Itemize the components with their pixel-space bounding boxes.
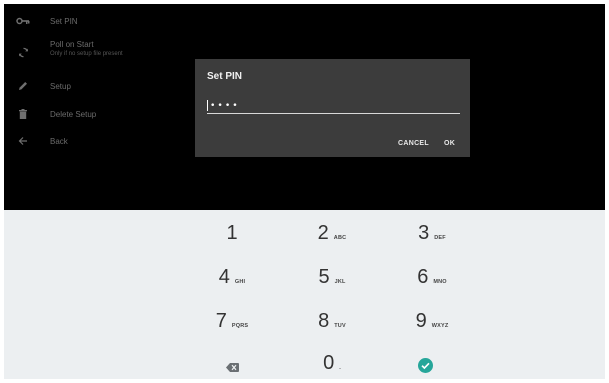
key-letters: TUV	[334, 323, 346, 329]
key-5[interactable]: 5 JKL	[287, 267, 377, 307]
menu-item-set-pin[interactable]: Set PIN	[4, 9, 605, 33]
dialog-title: Set PIN	[207, 71, 243, 82]
menu-sublabel: Only if no setup file present	[50, 51, 123, 57]
key-letters: WXYZ	[431, 323, 449, 329]
key-digit: 4	[218, 266, 230, 288]
key-digit: 0	[323, 352, 335, 374]
key-1[interactable]: 1	[187, 223, 277, 263]
key-6[interactable]: 6 MNO	[387, 267, 477, 307]
key-letters: ABC	[333, 235, 347, 241]
menu-label: Delete Setup	[50, 110, 97, 119]
key-letters: DEF	[434, 235, 446, 241]
key-2[interactable]: 2 ABC	[287, 223, 377, 263]
key-letters: .	[339, 365, 341, 371]
key-0[interactable]: 0 .	[287, 353, 377, 379]
key-digit: 8	[318, 310, 330, 332]
numeric-keypad: 1 2 ABC 3 DEF 4 GHI 5 JKL 6 MNO 7 PQRS 8	[4, 210, 605, 379]
backspace-icon	[225, 359, 239, 377]
arrow-left-icon	[16, 134, 30, 148]
key-9[interactable]: 9 WXYZ	[387, 311, 477, 351]
key-3[interactable]: 3 DEF	[387, 223, 477, 263]
ok-button[interactable]: OK	[441, 138, 458, 149]
key-digit: 3	[418, 222, 430, 244]
menu-label: Back	[50, 137, 68, 146]
text-cursor	[207, 100, 208, 111]
key-8[interactable]: 8 TUV	[287, 311, 377, 351]
key-digit: 6	[417, 266, 429, 288]
menu-label: Set PIN	[50, 17, 78, 26]
pencil-icon	[16, 79, 30, 93]
key-digit: 5	[318, 266, 330, 288]
key-7[interactable]: 7 PQRS	[187, 311, 277, 351]
pin-input[interactable]	[207, 99, 460, 114]
check-circle-icon	[417, 358, 433, 378]
key-digit: 2	[317, 222, 329, 244]
sync-icon	[16, 45, 30, 59]
key-digit: 1	[226, 222, 238, 244]
key-4[interactable]: 4 GHI	[187, 267, 277, 307]
key-letters: GHI	[234, 279, 246, 285]
set-pin-dialog: Set PIN CANCEL OK	[195, 59, 470, 157]
done-key[interactable]	[410, 353, 440, 379]
key-letters: MNO	[433, 279, 447, 285]
key-digit: 7	[215, 310, 227, 332]
cancel-button[interactable]: CANCEL	[395, 138, 432, 149]
menu-label: Poll on Start	[50, 40, 94, 49]
trash-icon	[16, 107, 30, 121]
screen: Set PIN Poll on Start Only if no setup f…	[4, 4, 605, 379]
key-icon	[16, 14, 30, 28]
backspace-key[interactable]	[217, 353, 247, 379]
key-letters: PQRS	[231, 323, 249, 329]
menu-label: Setup	[50, 82, 71, 91]
key-letters: JKL	[334, 279, 346, 285]
key-digit: 9	[415, 310, 427, 332]
